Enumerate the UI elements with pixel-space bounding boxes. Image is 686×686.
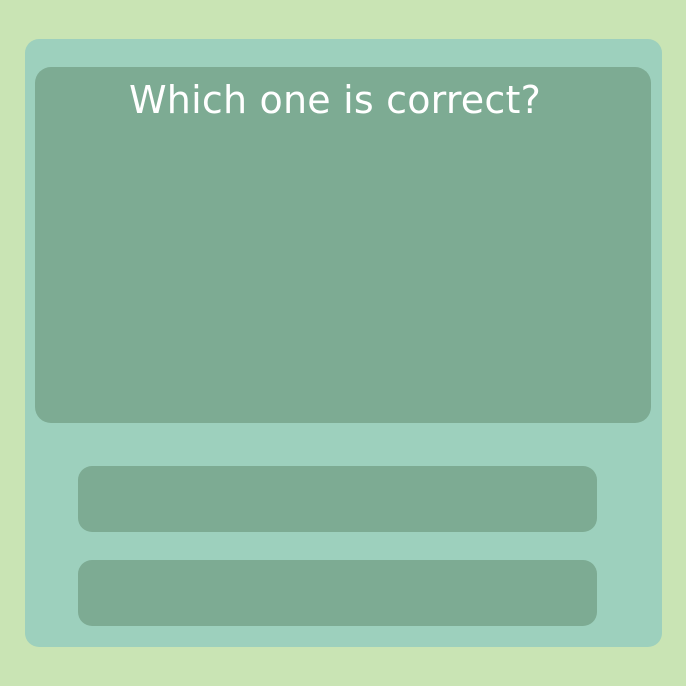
answer-option-1[interactable] — [78, 466, 597, 532]
answer-option-2[interactable] — [78, 560, 597, 626]
question-panel: Which one is correct? — [35, 67, 651, 423]
question-text: Which one is correct? — [129, 78, 541, 122]
quiz-card: Which one is correct? — [25, 39, 662, 647]
